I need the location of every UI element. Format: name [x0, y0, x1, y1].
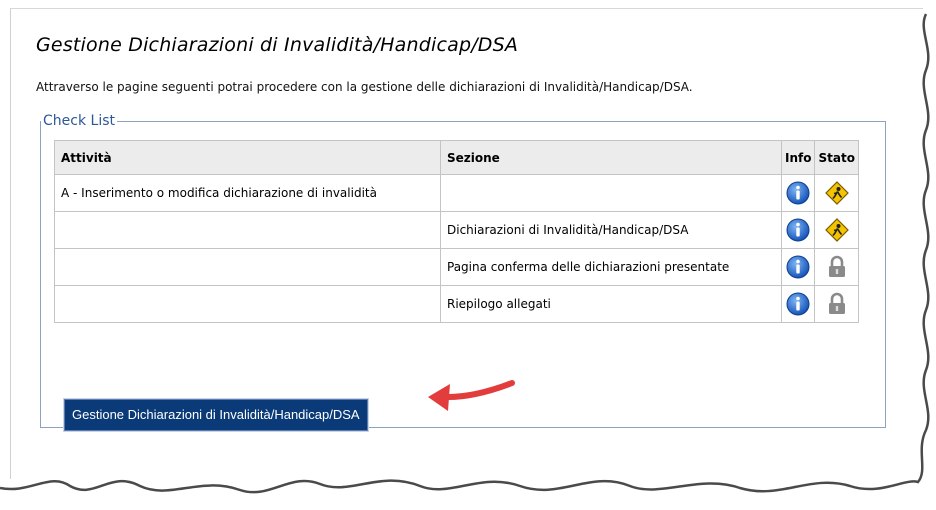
cell-attivita	[54, 285, 441, 323]
checklist-table: Attività Sezione Info Stato A - Inserime…	[54, 140, 859, 323]
cell-sezione	[440, 174, 782, 212]
cell-sezione: Pagina conferma delle dichiarazioni pres…	[440, 248, 782, 286]
column-header-stato: Stato	[814, 140, 859, 175]
checklist-legend: Check List	[43, 113, 115, 129]
page-title: Gestione Dichiarazioni di Invalidità/Han…	[36, 34, 519, 56]
cell-attivita	[54, 248, 441, 286]
in-progress-icon	[824, 218, 849, 242]
table-header-row: Attività Sezione Info Stato	[54, 140, 859, 175]
in-progress-icon	[824, 181, 849, 205]
info-icon[interactable]	[786, 255, 810, 279]
intro-text: Attraverso le pagine seguenti potrai pro…	[36, 80, 693, 94]
column-header-info: Info	[780, 140, 816, 175]
cell-sezione: Dichiarazioni di Invalidità/Handicap/DSA	[440, 211, 782, 249]
cell-sezione: Riepilogo allegati	[440, 285, 782, 323]
cell-attivita	[54, 211, 441, 249]
cell-attivita: A - Inserimento o modifica dichiarazione…	[54, 174, 441, 212]
lock-icon	[826, 292, 848, 316]
red-arrow-annotation	[428, 380, 515, 411]
table-row: Dichiarazioni di Invalidità/Handicap/DSA	[54, 211, 859, 249]
table-row: A - Inserimento o modifica dichiarazione…	[54, 174, 859, 212]
gestione-dichiarazioni-button[interactable]: Gestione Dichiarazioni di Invalidità/Han…	[64, 399, 368, 431]
info-icon[interactable]	[786, 181, 810, 205]
column-header-sezione: Sezione	[440, 140, 782, 175]
table-row: Pagina conferma delle dichiarazioni pres…	[54, 248, 859, 286]
info-icon[interactable]	[786, 292, 810, 316]
lock-icon	[826, 255, 848, 279]
column-header-attivita: Attività	[54, 140, 441, 175]
table-row: Riepilogo allegati	[54, 285, 859, 323]
screenshot-frame: Gestione Dichiarazioni di Invalidità/Han…	[0, 0, 936, 510]
info-icon[interactable]	[786, 218, 810, 242]
